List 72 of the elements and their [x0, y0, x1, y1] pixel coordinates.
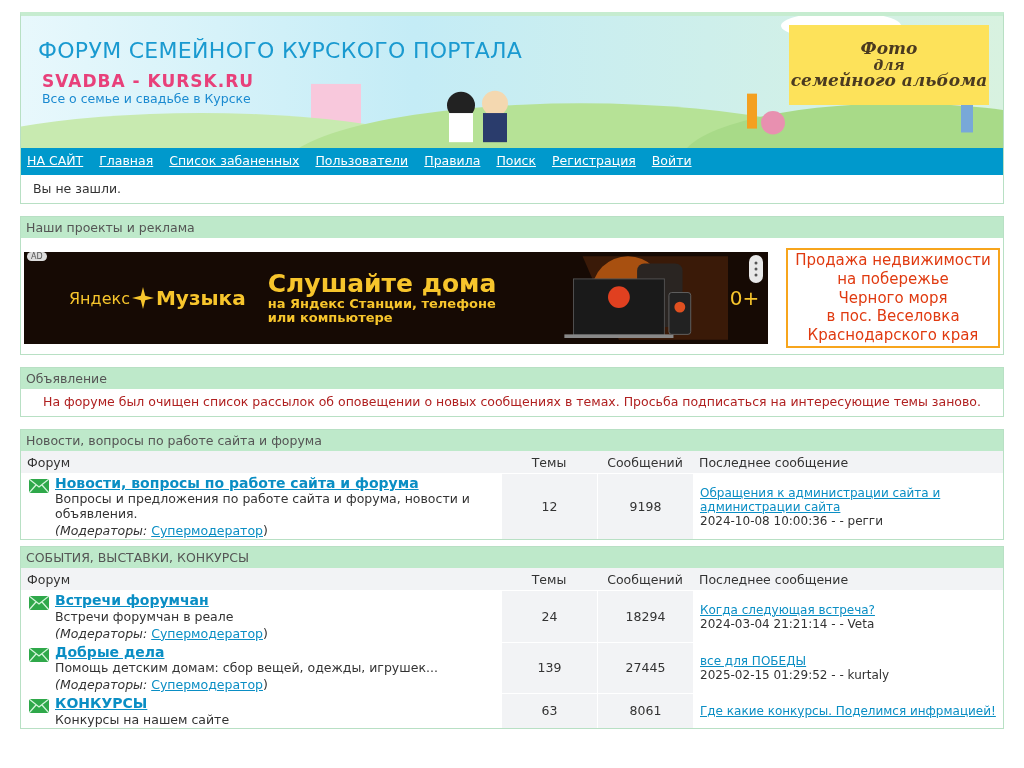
forum-description: Помощь детским домам: сбор вещей, одежды, игрушек... [55, 660, 438, 676]
more-icon[interactable] [749, 255, 763, 283]
topics-count: 63 [501, 693, 597, 728]
column-header: Сообщений [597, 568, 693, 591]
announcement-text: На форуме был очищен список рассылок об оповещении о новых сообщениях в темах. Просьба подписаться на интересующие темы заново. [42, 393, 982, 411]
column-header: Последнее сообщение [693, 451, 1003, 473]
forum-link[interactable]: Встречи форумчан [55, 593, 209, 609]
envelope-icon [29, 596, 49, 611]
column-header: Темы [501, 568, 597, 591]
forum-description: Конкурсы на нашем сайте [55, 711, 230, 727]
star-icon [131, 287, 154, 309]
column-header: Сообщений [597, 451, 693, 473]
column-header: Последнее сообщение [693, 568, 1003, 591]
closing-paren: ) [263, 677, 268, 693]
nav-link[interactable]: Список забаненных [169, 153, 300, 170]
forum-link[interactable]: Добрые дела [55, 644, 165, 661]
column-header: Форум [21, 568, 501, 591]
envelope-icon [29, 699, 49, 714]
nav-link[interactable]: Пользователи [315, 153, 409, 170]
brand-name: Музыка [155, 286, 246, 310]
last-post-info: 2024-10-08 10:00:36 - - регги [700, 513, 883, 528]
posts-count: 9198 [597, 473, 693, 540]
topics-count: 139 [501, 641, 597, 694]
ad-banner[interactable]: AD Яндекс Музыка Слушайте дома на Яндекс Станции, телефоне или компьютере 0+ [24, 252, 768, 344]
section-header: Наши проекты и реклама [21, 217, 1003, 238]
forum-link[interactable]: КОНКУРСЫ [55, 696, 148, 712]
category-header: Новости, вопросы по работе сайта и форума [21, 430, 1003, 451]
login-status: Вы не зашли. [32, 180, 123, 198]
ad-subline: на Яндекс Станции, телефоне или компьютере [267, 297, 497, 325]
forum-link[interactable]: Новости, вопросы по работе сайта и форума [55, 476, 419, 492]
nav-link[interactable]: Регистрация [551, 153, 636, 170]
real-estate-ad[interactable]: Продажа недвижимости на побережье Черного моря в пос. Веселовка Краснодарского края [786, 248, 1000, 348]
column-header: Темы [501, 451, 597, 473]
section-header: Объявление [21, 368, 1003, 389]
moderators-label: (Модераторы: [55, 523, 148, 539]
moderators-label: (Модераторы: [55, 625, 148, 641]
site-logo[interactable]: SVADBA - KURSK.RU [42, 71, 255, 91]
last-post-link[interactable]: Где какие конкурсы. Поделимся инфрмацией! [700, 703, 996, 718]
closing-paren: ) [263, 523, 268, 539]
envelope-icon [29, 479, 49, 493]
nav-link[interactable]: Войти [651, 153, 692, 170]
moderator-link[interactable]: Супермодератор [151, 677, 263, 693]
forum-description: Встречи форумчан в реале [55, 608, 234, 624]
closing-paren: ) [263, 625, 268, 641]
last-post-link[interactable]: Обращения к администрации сайта и администрации сайта [700, 485, 997, 514]
topics-count: 24 [501, 590, 597, 642]
posts-count: 8061 [597, 693, 693, 728]
last-post-link[interactable]: Когда следующая встреча? [700, 602, 875, 617]
last-post-link[interactable]: все для ПОБЕДЫ [700, 653, 807, 668]
ad-headline: Слушайте дома [267, 271, 498, 298]
age-rating: 0+ [729, 286, 760, 310]
photo-album-banner[interactable]: Фото для семейного альбома [789, 25, 989, 105]
nav-link[interactable]: Главная [99, 153, 154, 170]
category-header: СОБЫТИЯ, ВЫСТАВКИ, КОНКУРСЫ [21, 547, 1003, 569]
posts-count: 18294 [597, 590, 693, 642]
forum-description: Вопросы и предложения по работе сайта и форума, новости и объявления. [55, 491, 471, 522]
last-post-info: 2025-02-15 01:29:52 - - kurtaly [700, 667, 890, 682]
envelope-icon [29, 647, 49, 662]
posts-count: 27445 [597, 641, 693, 694]
site-tagline: Все о семье и свадьбе в Курске [42, 91, 251, 106]
nav-link[interactable]: Поиск [496, 153, 536, 170]
brand-name: Яндекс [69, 288, 130, 308]
last-post-info: 2024-03-04 21:21:14 - - Veta [700, 616, 875, 631]
topics-count: 12 [501, 473, 597, 540]
column-header: Форум [21, 451, 501, 473]
forum-title: ФОРУМ СЕМЕЙНОГО КУРСКОГО ПОРТАЛА [38, 38, 523, 63]
nav-link[interactable]: НА САЙТ [27, 153, 84, 170]
moderator-link[interactable]: Супермодератор [151, 523, 263, 539]
moderator-link[interactable]: Супермодератор [151, 625, 263, 641]
nav-link[interactable]: Правила [424, 153, 481, 170]
moderators-label: (Модераторы: [55, 677, 148, 693]
ad-badge: AD [27, 252, 47, 261]
